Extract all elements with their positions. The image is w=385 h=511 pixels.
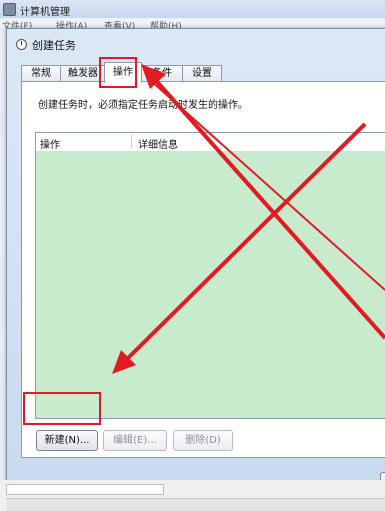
menu-view[interactable]: 查看(V) [104, 19, 135, 28]
clock-icon [16, 39, 27, 50]
parent-status-bar [6, 498, 385, 511]
tab-settings[interactable]: 设置 [182, 65, 222, 82]
menu-action[interactable]: 操作(A) [56, 19, 87, 28]
parent-window-title: 计算机管理 [20, 7, 70, 18]
column-header-action[interactable]: 操作 [40, 136, 60, 151]
computer-management-icon [3, 3, 16, 16]
new-button[interactable]: 新建(N)... [36, 430, 98, 451]
edit-button[interactable]: 编辑(E)... [103, 430, 167, 451]
table-header: 操作 详细信息 [36, 133, 385, 152]
menu-file[interactable]: 文件(F) [2, 19, 32, 28]
parent-menubar: 文件(F) 操作(A) 查看(V) 帮助(H) [0, 18, 385, 28]
tab-general[interactable]: 常规 [21, 65, 61, 82]
delete-button[interactable]: 删除(D) [173, 430, 233, 451]
parent-input-field [6, 484, 164, 495]
actions-table[interactable]: 操作 详细信息 [35, 132, 385, 419]
tab-triggers[interactable]: 触发器 [60, 65, 106, 82]
tab-actions[interactable]: 操作 [104, 62, 142, 83]
create-task-dialog: 创建任务 常规 触发器 操作 条件 设置 创建任务时，必须指定任务启动时发生的操… [6, 28, 385, 493]
parent-window-titlebar: 计算机管理 [0, 0, 385, 18]
parent-window-bottom [0, 480, 385, 511]
menu-help[interactable]: 帮助(H) [150, 19, 182, 28]
column-divider[interactable] [131, 135, 132, 149]
tab-conditions[interactable]: 条件 [141, 65, 183, 82]
actions-tab-panel: 创建任务时，必须指定任务启动时发生的操作。 操作 详细信息 新建(N)... 编… [21, 81, 385, 458]
column-header-details[interactable]: 详细信息 [138, 136, 178, 151]
actions-description: 创建任务时，必须指定任务启动时发生的操作。 [38, 100, 248, 111]
dialog-title: 创建任务 [32, 39, 76, 52]
